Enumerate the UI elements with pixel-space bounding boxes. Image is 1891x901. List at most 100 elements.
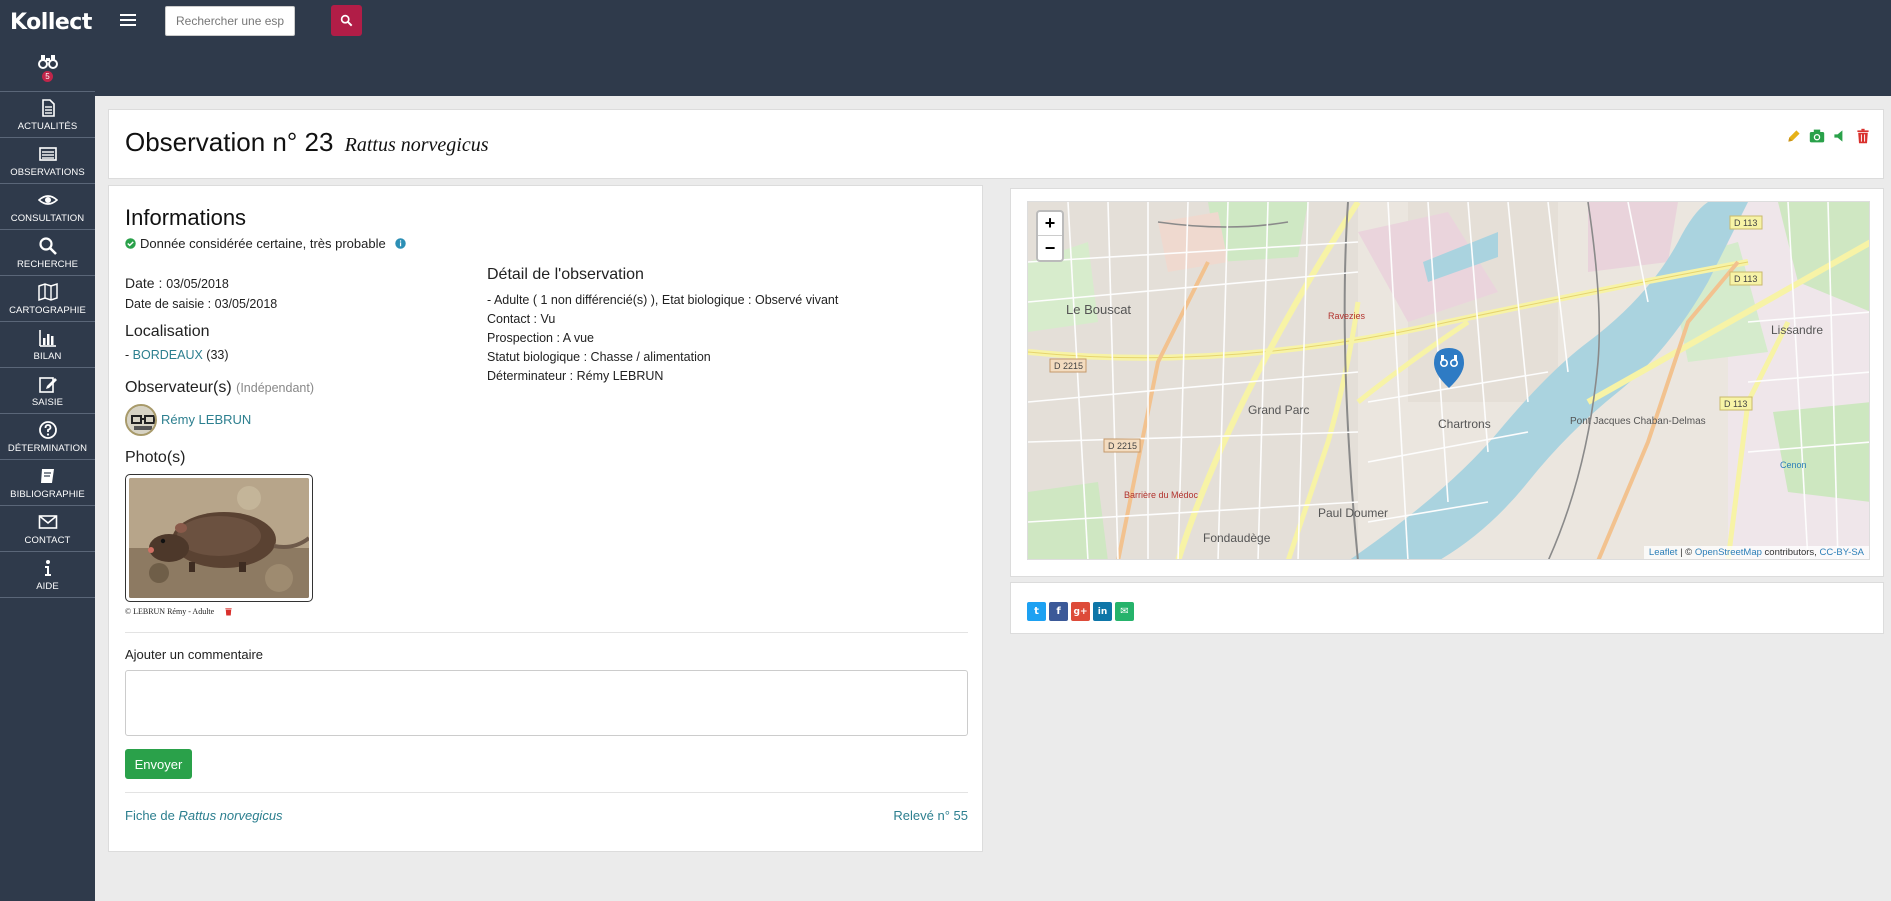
divider bbox=[125, 792, 968, 793]
sidebar-item-aide[interactable]: AIDE bbox=[0, 552, 95, 598]
list-icon bbox=[38, 146, 57, 161]
map-label-barriere-medoc: Barrière du Médoc bbox=[1124, 490, 1199, 500]
location-heading: Localisation bbox=[125, 323, 210, 340]
google-plus-share-icon[interactable]: g+ bbox=[1071, 602, 1090, 621]
osm-link[interactable]: OpenStreetMap bbox=[1695, 547, 1762, 558]
observation-actions bbox=[1786, 128, 1871, 144]
observation-header: Observation n° 23 Rattus norvegicus bbox=[108, 109, 1884, 179]
binoculars-icon bbox=[37, 55, 58, 69]
sidebar-item-label: AIDE bbox=[36, 580, 59, 592]
species-search-input[interactable] bbox=[165, 6, 295, 36]
sidebar: Kollect 5 ACTUALITÉS OBSERVATIONS CONSUL… bbox=[0, 0, 95, 901]
species-sheet-link[interactable]: Fiche de Rattus norvegicus bbox=[125, 808, 283, 823]
observers-note: (Indépendant) bbox=[236, 381, 314, 395]
attribution-contrib: contributors, bbox=[1761, 547, 1820, 558]
info-icon bbox=[44, 559, 51, 576]
sidebar-item-consultation[interactable]: CONSULTATION bbox=[0, 184, 95, 230]
sidebar-item-cartographie[interactable]: CARTOGRAPHIE bbox=[0, 276, 95, 322]
sound-icon[interactable] bbox=[1832, 128, 1848, 144]
sidebar-item-label: BILAN bbox=[33, 350, 62, 362]
email-share-icon[interactable]: ✉ bbox=[1115, 602, 1134, 621]
map-label-chartrons: Chartrons bbox=[1438, 417, 1491, 431]
comment-label: Ajouter un commentaire bbox=[125, 647, 264, 662]
observation-map[interactable]: D 2215 D 2215 D 113 D 113 D 113 Le Bousc… bbox=[1027, 201, 1870, 560]
zoom-out-button[interactable]: − bbox=[1038, 236, 1062, 260]
count-badge: 5 bbox=[42, 71, 53, 82]
releve-link[interactable]: Relevé n° 55 bbox=[893, 808, 968, 823]
linkedin-share-icon[interactable]: in bbox=[1093, 602, 1112, 621]
leaflet-link[interactable]: Leaflet bbox=[1649, 547, 1678, 558]
detail-line: Déterminateur : Rémy LEBRUN bbox=[487, 369, 664, 383]
sidebar-item-actualites[interactable]: ACTUALITÉS bbox=[0, 92, 95, 138]
send-button[interactable]: Envoyer bbox=[125, 749, 192, 779]
sidebar-item-label: SAISIE bbox=[31, 396, 64, 408]
sidebar-item-determination[interactable]: DÉTERMINATION bbox=[0, 414, 95, 460]
divider bbox=[125, 632, 968, 633]
camera-icon[interactable] bbox=[1809, 128, 1825, 144]
map-label-d2215: D 2215 bbox=[1054, 361, 1083, 371]
map-label-lissandre: Lissandre bbox=[1771, 323, 1823, 337]
search-icon bbox=[340, 14, 353, 27]
rat-photo-image bbox=[129, 478, 309, 598]
trash-icon[interactable] bbox=[224, 607, 233, 616]
species-name: Rattus norvegicus bbox=[344, 134, 489, 156]
zoom-in-button[interactable]: + bbox=[1038, 212, 1062, 236]
location-dept: (33) bbox=[206, 348, 229, 362]
observer-name-link[interactable]: Rémy LEBRUN bbox=[161, 412, 251, 427]
attribution-sep: | © bbox=[1677, 547, 1695, 558]
license-link[interactable]: CC-BY-SA bbox=[1819, 547, 1864, 558]
twitter-share-icon[interactable]: t bbox=[1027, 602, 1046, 621]
detail-list: - Adulte ( 1 non différencié(s) ), Etat … bbox=[487, 291, 838, 386]
observation-photo[interactable] bbox=[125, 474, 313, 602]
check-circle-icon bbox=[125, 238, 136, 249]
topbar bbox=[95, 0, 1891, 96]
sidebar-item-label: DÉTERMINATION bbox=[7, 442, 88, 454]
location-prefix: - bbox=[125, 348, 130, 362]
pencil-icon[interactable] bbox=[1786, 128, 1802, 144]
location-city-link[interactable]: BORDEAUX bbox=[133, 348, 203, 362]
map-label-pont-jacques: Pont Jacques Chaban-Delmas bbox=[1570, 416, 1706, 427]
map-panel: D 2215 D 2215 D 113 D 113 D 113 Le Bousc… bbox=[1010, 188, 1884, 577]
map-label-le-bouscat: Le Bouscat bbox=[1066, 302, 1131, 317]
sidebar-item-observations[interactable]: OBSERVATIONS bbox=[0, 138, 95, 184]
sidebar-item-recherche[interactable]: RECHERCHE bbox=[0, 230, 95, 276]
map-label-d113: D 113 bbox=[1734, 274, 1757, 284]
detail-heading: Détail de l'observation bbox=[487, 266, 644, 283]
comment-textarea[interactable] bbox=[125, 670, 968, 736]
avatar-image bbox=[127, 406, 155, 434]
map-label-paul-doumer: Paul Doumer bbox=[1318, 506, 1388, 520]
photo-credit: © LEBRUN Rémy - Adulte bbox=[125, 607, 215, 616]
trash-icon[interactable] bbox=[1855, 128, 1871, 144]
search-button[interactable] bbox=[331, 5, 362, 36]
entry-date-label: Date de saisie : bbox=[125, 297, 212, 311]
sidebar-item-bibliographie[interactable]: BIBLIOGRAPHIE bbox=[0, 460, 95, 506]
sidebar-item-label: OBSERVATIONS bbox=[10, 166, 85, 178]
sidebar-item-label: ACTUALITÉS bbox=[17, 120, 78, 132]
information-panel: Informations Donnée considérée certaine,… bbox=[108, 185, 983, 852]
observer-avatar[interactable] bbox=[125, 404, 157, 436]
sidebar-item-bilan[interactable]: BILAN bbox=[0, 322, 95, 368]
sidebar-item-label: CONTACT bbox=[24, 534, 71, 546]
info-circle-icon[interactable] bbox=[394, 238, 406, 249]
book-icon bbox=[40, 468, 54, 483]
sidebar-item-label: CONSULTATION bbox=[10, 212, 85, 224]
sidebar-item-contact[interactable]: CONTACT bbox=[0, 506, 95, 552]
sidebar-item-label: CARTOGRAPHIE bbox=[9, 304, 86, 316]
detail-line: Prospection : A vue bbox=[487, 331, 595, 345]
menu-toggle-icon[interactable] bbox=[120, 14, 136, 28]
envelope-icon bbox=[38, 514, 57, 529]
map-tiles[interactable]: D 2215 D 2215 D 113 D 113 D 113 Le Bousc… bbox=[1028, 202, 1870, 560]
brand-logo[interactable]: Kollect bbox=[0, 0, 95, 44]
map-label-ravezies: Ravezies bbox=[1328, 311, 1366, 321]
map-attribution: Leaflet | © OpenStreetMap contributors, … bbox=[1643, 546, 1869, 559]
species-link-name: Rattus norvegicus bbox=[178, 808, 283, 823]
sidebar-item-label: RECHERCHE bbox=[16, 258, 79, 270]
document-icon bbox=[41, 98, 55, 117]
map-label-grand-parc: Grand Parc bbox=[1248, 403, 1309, 417]
observations-counter[interactable]: 5 bbox=[0, 44, 95, 92]
facebook-share-icon[interactable]: f bbox=[1049, 602, 1068, 621]
detail-line: Statut biologique : Chasse / alimentatio… bbox=[487, 350, 711, 364]
detail-line: - Adulte ( 1 non différencié(s) ), Etat … bbox=[487, 293, 839, 307]
sidebar-item-saisie[interactable]: SAISIE bbox=[0, 368, 95, 414]
observers-row: Observateur(s) (Indépendant) bbox=[125, 379, 314, 397]
